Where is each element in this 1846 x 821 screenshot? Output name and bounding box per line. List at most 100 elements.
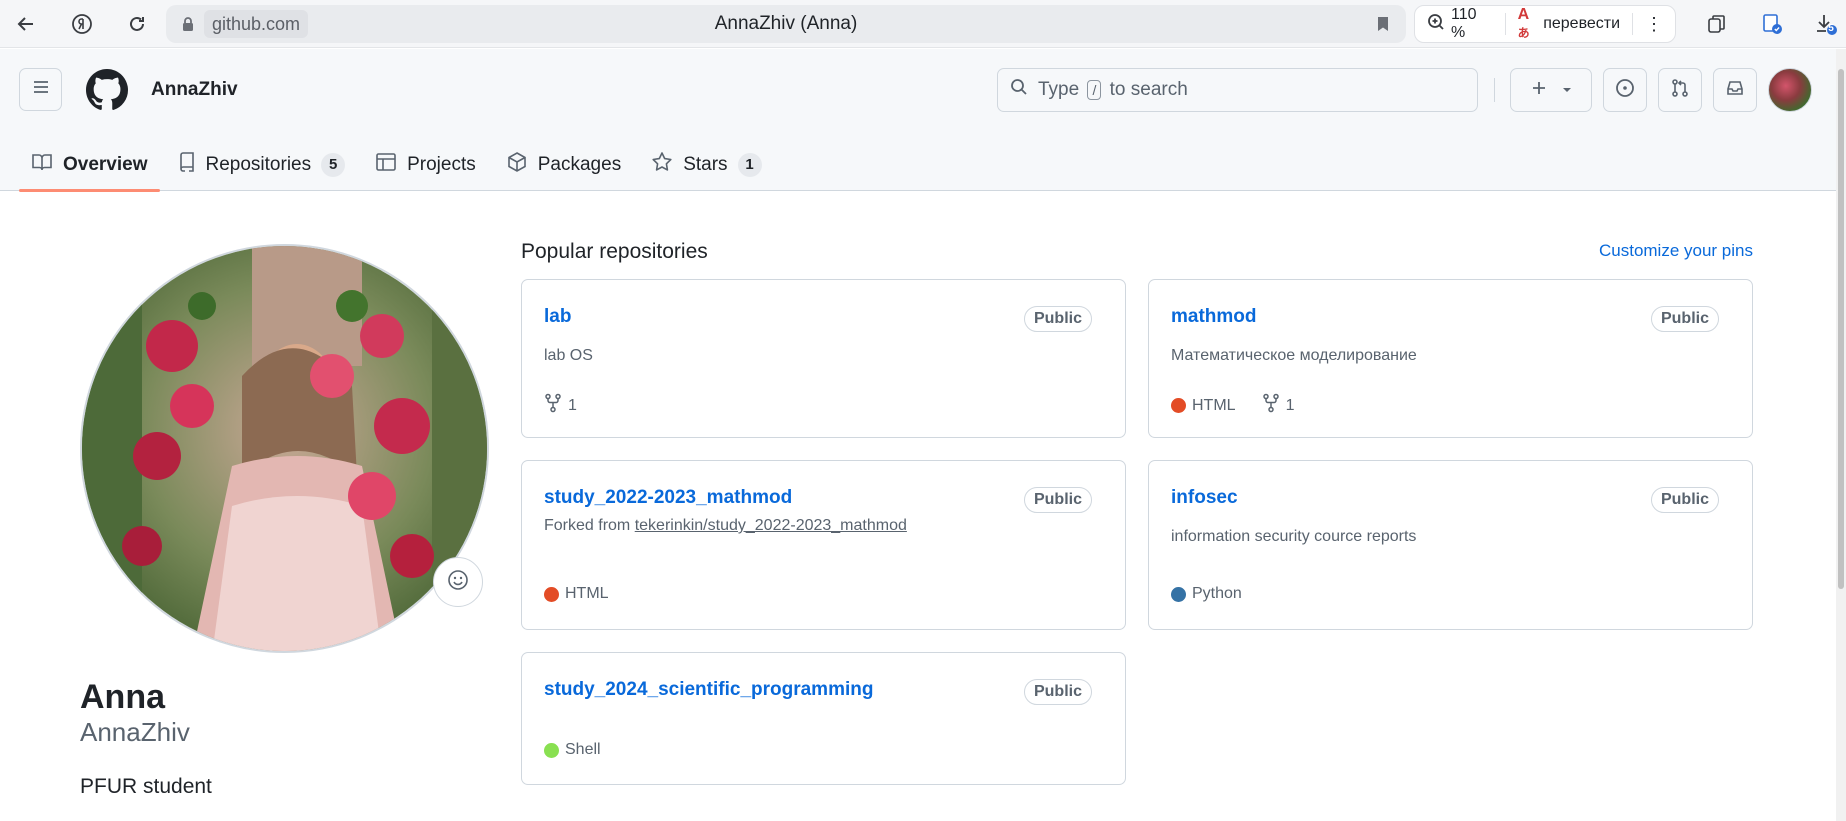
fork-icon: [1262, 393, 1280, 418]
popular-repositories-heading: Popular repositories: [521, 240, 708, 263]
visibility-badge: Public: [1650, 306, 1719, 332]
language-color-dot: [1171, 586, 1186, 602]
forked-from-note: Forked from tekerinkin/study_2022-2023_m…: [544, 517, 907, 534]
repo-description: Математическое моделирование: [1171, 347, 1417, 364]
hamburger-icon: [31, 77, 51, 102]
tab-label: Overview: [63, 154, 148, 175]
bookmark-icon[interactable]: [1374, 15, 1392, 33]
language-color-dot: [1171, 398, 1186, 413]
zoom-icon: [1427, 13, 1445, 36]
more-menu-button[interactable]: ⋮: [1633, 6, 1675, 42]
language-color-dot: [544, 586, 559, 602]
collections-icon[interactable]: [1703, 10, 1731, 38]
zoom-control[interactable]: 110 %: [1415, 6, 1505, 42]
repo-name-link[interactable]: infosec: [1171, 487, 1238, 509]
repo-card: study_2022-2023_mathmod Public Forked fr…: [521, 460, 1126, 630]
repo-meta: HTML: [544, 585, 609, 603]
back-icon[interactable]: [12, 10, 40, 38]
repositories-count: 5: [321, 153, 346, 177]
plus-icon: [1530, 79, 1548, 102]
repo-icon: [178, 152, 196, 178]
profile-login: AnnaZhiv: [80, 717, 190, 747]
kebab-icon: ⋮: [1645, 13, 1664, 34]
reload-icon[interactable]: [123, 10, 151, 38]
tab-label: Packages: [537, 154, 622, 175]
inbox-icon: [1725, 78, 1745, 103]
stars-count: 1: [737, 153, 762, 177]
inbox-button[interactable]: [1713, 68, 1757, 112]
zoom-translate-group: 110 % Aあ перевести ⋮: [1414, 5, 1676, 43]
set-status-button[interactable]: [433, 557, 483, 607]
tab-overview[interactable]: Overview: [19, 139, 160, 192]
tab-stars[interactable]: Stars 1: [639, 139, 773, 191]
translate-button[interactable]: Aあ перевести: [1506, 6, 1632, 42]
language-color-dot: [544, 742, 559, 758]
repo-language: Shell: [544, 741, 601, 759]
repo-meta: 1: [544, 393, 577, 418]
github-header: AnnaZhiv Type / to search Overview Repos…: [0, 49, 1836, 192]
customize-pins-link[interactable]: Customize your pins: [1599, 241, 1753, 261]
address-bar[interactable]: github.com AnnaZhiv (Anna): [166, 5, 1406, 43]
create-new-button[interactable]: [1510, 68, 1592, 112]
repo-name-link[interactable]: study_2022-2023_mathmod: [544, 487, 792, 509]
tab-label: Stars: [683, 154, 728, 175]
visibility-badge: Public: [1023, 306, 1092, 332]
repo-card: infosec Public information security cour…: [1148, 460, 1753, 630]
visibility-badge: Public: [1650, 487, 1719, 513]
search-input[interactable]: Type / to search: [997, 68, 1478, 112]
repo-meta: Python: [1171, 585, 1242, 603]
search-icon: [1010, 78, 1028, 102]
forked-from-link[interactable]: tekerinkin/study_2022-2023_mathmod: [635, 517, 907, 534]
profile-tabs: Overview Repositories 5 Projects Package…: [19, 139, 780, 192]
repo-card: lab Public lab OS 1: [521, 279, 1126, 438]
forks-link[interactable]: 1: [544, 393, 577, 418]
language-label: HTML: [1192, 396, 1236, 414]
tab-repositories[interactable]: Repositories 5: [166, 139, 358, 191]
profile-avatar[interactable]: [80, 244, 489, 653]
repo-description: information security cource reports: [1171, 528, 1417, 545]
issue-icon: [1615, 78, 1635, 103]
profile-name: Anna: [80, 678, 165, 716]
yandex-icon[interactable]: [68, 10, 96, 38]
forks-link[interactable]: 1: [1262, 393, 1295, 418]
forks-count: 1: [1285, 396, 1295, 414]
table-icon: [375, 152, 397, 178]
page-title: AnnaZhiv (Anna): [714, 13, 858, 34]
scrollbar-thumb[interactable]: [1838, 69, 1844, 589]
page-scrollbar[interactable]: [1836, 49, 1846, 821]
downloads-icon[interactable]: 5: [1812, 10, 1840, 38]
lock-icon: [180, 16, 196, 32]
language-label: Python: [1192, 585, 1242, 602]
search-placeholder: Type / to search: [1038, 79, 1188, 100]
forks-count: 1: [568, 396, 577, 414]
extension-icon[interactable]: [1758, 10, 1786, 38]
zoom-level: 110 %: [1451, 6, 1477, 41]
star-icon: [651, 151, 673, 179]
address-domain[interactable]: github.com: [204, 10, 309, 38]
repo-name-link[interactable]: mathmod: [1171, 306, 1257, 328]
pull-request-icon: [1670, 78, 1690, 103]
header-username[interactable]: AnnaZhiv: [151, 79, 238, 101]
user-avatar[interactable]: [1768, 68, 1812, 112]
tab-packages[interactable]: Packages: [494, 139, 633, 191]
pull-requests-button[interactable]: [1658, 68, 1702, 112]
repo-card: mathmod Public Математическое моделирова…: [1148, 279, 1753, 438]
visibility-badge: Public: [1023, 679, 1092, 705]
repo-name-link[interactable]: study_2024_scientific_programming: [544, 679, 873, 701]
repo-name-link[interactable]: lab: [544, 306, 571, 328]
caret-down-icon: [1562, 81, 1572, 99]
repo-language: Python: [1171, 585, 1242, 603]
language-label: Shell: [565, 741, 601, 758]
repo-card: study_2024_scientific_programming Public…: [521, 652, 1126, 785]
menu-button[interactable]: [19, 68, 62, 111]
tab-label: Projects: [407, 154, 476, 175]
repo-language: HTML: [544, 585, 609, 603]
issues-button[interactable]: [1603, 68, 1647, 112]
search-shortcut-key: /: [1087, 80, 1102, 100]
package-icon: [506, 151, 528, 179]
tab-projects[interactable]: Projects: [363, 139, 488, 191]
downloads-count: 5: [1828, 23, 1834, 34]
profile-bio: PFUR student: [80, 775, 212, 798]
visibility-badge: Public: [1023, 487, 1092, 513]
github-logo-icon[interactable]: [86, 69, 128, 111]
